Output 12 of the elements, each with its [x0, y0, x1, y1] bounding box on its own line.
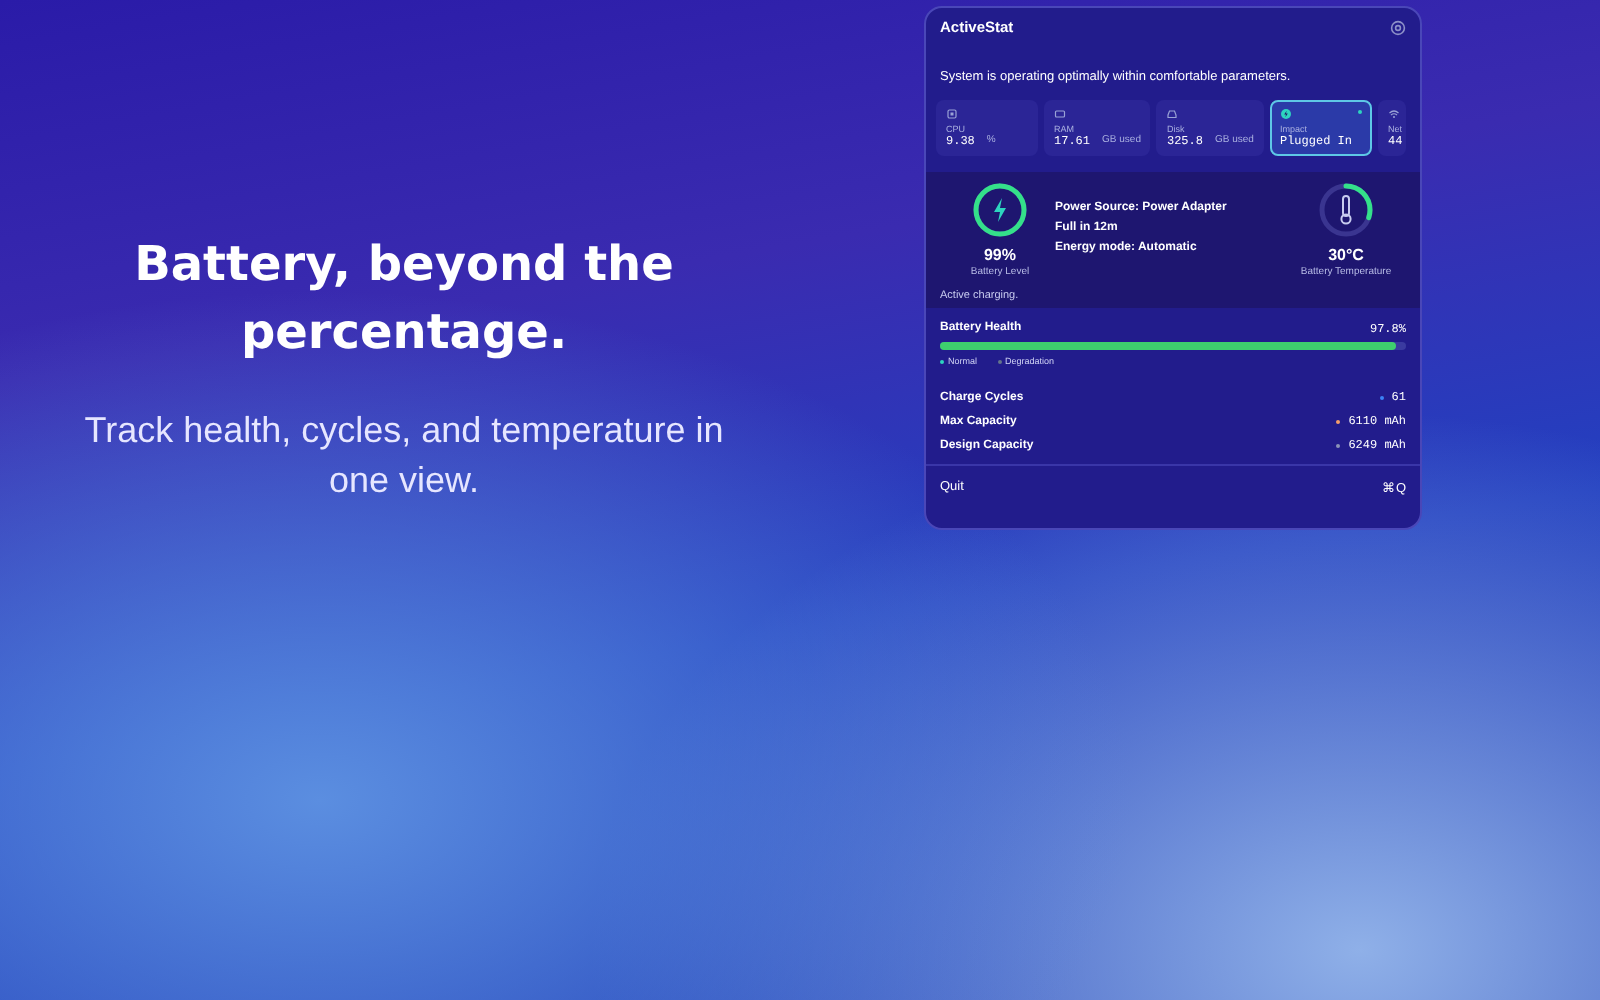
battery-ring — [968, 178, 1032, 242]
memory-icon — [1054, 108, 1066, 120]
temperature-ring — [1314, 178, 1378, 242]
chip-icon — [946, 108, 958, 120]
settings-icon[interactable] — [1390, 19, 1406, 35]
subheadline: Track health, cycles, and temperature in one view. — [82, 408, 726, 504]
headline: Battery, beyond the percentage. — [132, 234, 676, 364]
bolt-icon — [1279, 108, 1292, 120]
drive-icon — [1166, 108, 1179, 120]
battery-percent: 99% — [983, 246, 1016, 264]
wifi-icon — [1387, 108, 1400, 120]
temperature-value: 30°C — [1328, 246, 1364, 264]
